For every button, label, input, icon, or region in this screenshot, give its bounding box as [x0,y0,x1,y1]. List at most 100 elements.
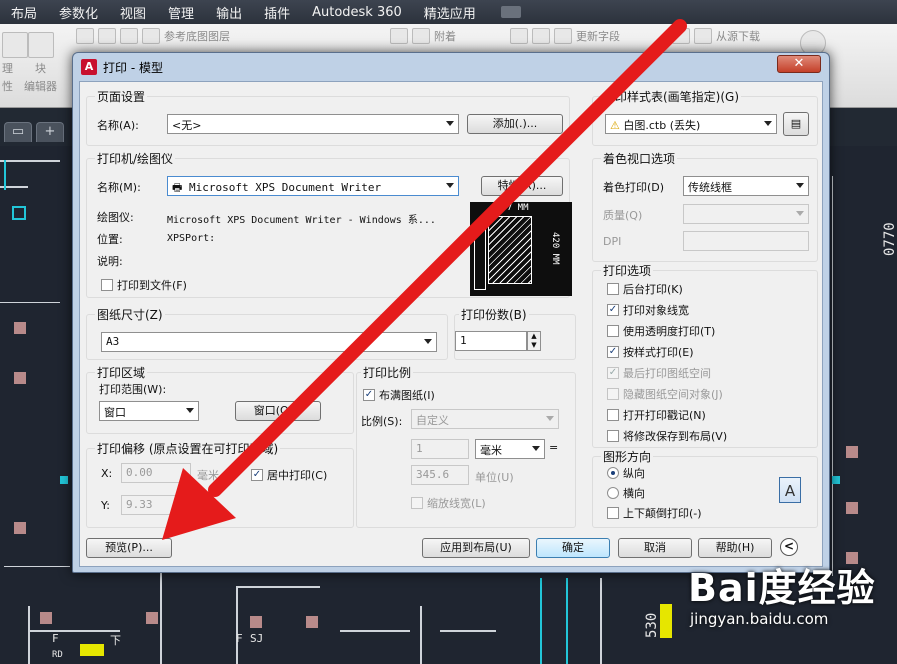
offset-x-input[interactable]: 0.00 [121,463,191,483]
plot-style-table-select[interactable]: ⚠ 白图.ctb (丢失) [605,114,777,134]
upside-down-checkbox[interactable]: 上下颠倒打印(-) [607,505,702,521]
checkbox-box[interactable] [607,388,619,400]
radio-circle[interactable] [607,467,619,479]
plot-option-checkbox[interactable]: 后台打印(K) [607,281,683,297]
offset-x-unit: 毫米 [197,469,219,482]
chevron-down-icon [796,211,804,216]
update-icon[interactable] [554,28,572,44]
plot-option-checkbox[interactable]: 将修改保存到布局(V) [607,428,727,444]
plot-range-select[interactable]: 窗口 [99,401,199,421]
dpi-input[interactable] [683,231,809,251]
clip-icon[interactable] [412,28,430,44]
drawing-tab-icon[interactable]: ▭ [4,122,32,142]
ribbon-download-source[interactable]: 从源下载 [716,28,760,44]
block-editor-icon[interactable] [27,32,54,58]
menu-manage[interactable]: 管理 [157,3,205,22]
block-editor-group[interactable]: 块 编辑器 [24,32,57,94]
center-plot-checkbox[interactable]: ✓ 居中打印(C) [251,467,327,483]
portrait-radio[interactable]: 纵向 [607,465,645,481]
menu-featured-apps[interactable]: 精选应用 [413,3,487,22]
tool-icon[interactable] [120,28,138,44]
checkbox-box[interactable] [607,325,619,337]
menu-autodesk360[interactable]: Autodesk 360 [301,5,413,20]
checkbox-box[interactable]: ✓ [607,367,619,379]
scale-lineweights-checkbox[interactable]: 缩放线宽(L) [411,495,486,511]
center-plot-label: 居中打印(C) [267,469,328,482]
upload-icon[interactable] [694,28,712,44]
plot-option-checkbox[interactable]: ✓ 按样式打印(E) [607,344,694,360]
scale-value1-input[interactable]: 1 [411,439,469,459]
printer-name-label: 名称(M): [97,181,141,194]
window-select-button[interactable]: 窗口(O)< [235,401,321,421]
plot-option-checkbox[interactable]: ✓ 最后打印图纸空间 [607,365,711,381]
landscape-radio[interactable]: 横向 [607,485,645,501]
checkbox-box[interactable] [607,430,619,442]
tool-icon[interactable] [76,28,94,44]
menu-plugins[interactable]: 插件 [253,3,301,22]
checkbox-box[interactable] [411,497,423,509]
chevron-down-icon [532,446,540,451]
help-button[interactable]: 帮助(H) [698,538,772,558]
menu-parametric[interactable]: 参数化 [48,3,109,22]
printer-name-select[interactable]: 🖶 Microsoft XPS Document Writer [167,176,459,196]
ribbon-underlay-layers[interactable]: 参考底图图层 [164,28,230,44]
checkbox-box[interactable] [607,507,619,519]
plot-area-legend: 打印区域 [95,364,148,381]
tool-icon[interactable] [98,28,116,44]
checkbox-box[interactable]: ✓ [363,389,375,401]
data-link-icon[interactable] [672,28,690,44]
description-label: 说明: [97,255,123,268]
close-button[interactable]: ✕ [777,55,821,73]
menu-dropdown-icon[interactable] [500,6,521,18]
layer-icon[interactable] [142,28,160,44]
apply-to-layout-button[interactable]: 应用到布局(U) [422,538,530,558]
scale-select[interactable]: 自定义 [411,409,559,429]
preview-button[interactable]: 预览(P)... [86,538,172,558]
edit-style-table-button[interactable]: ▤ [783,112,809,136]
menu-view[interactable]: 视图 [109,3,157,22]
ribbon-group-1: 参考底图图层 [76,28,230,44]
checkbox-box[interactable]: ✓ [607,346,619,358]
attach-icon[interactable] [390,28,408,44]
print-to-file-checkbox[interactable]: 打印到文件(F) [101,277,187,293]
column-marker [14,322,26,334]
field-icon[interactable] [510,28,528,44]
ribbon-update-fields[interactable]: 更新字段 [576,28,620,44]
scale-unit-select[interactable]: 毫米 [475,439,545,459]
table-icon[interactable] [532,28,550,44]
more-options-button[interactable]: < [780,538,798,556]
dialog-title-bar[interactable]: A 打印 - 模型 [73,53,829,81]
plot-option-checkbox[interactable]: 打开打印戳记(N) [607,407,706,423]
chevron-down-icon [186,408,194,413]
copies-spinner[interactable]: ▲ ▼ [527,331,541,351]
copies-input[interactable]: 1 [455,331,527,351]
shade-plot-select[interactable]: 传统线框 [683,176,809,196]
cancel-button[interactable]: 取消 [618,538,692,558]
radio-circle[interactable] [607,487,619,499]
paper-size-select[interactable]: A3 [101,332,437,352]
orientation-group: 图形方向 纵向 横向 上下颠倒打印(-) A [592,448,818,528]
new-tab-icon[interactable]: + [36,122,64,142]
chevron-down-icon [546,416,554,421]
quality-select[interactable] [683,204,809,224]
plot-option-checkbox[interactable]: 隐藏图纸空间对象(J) [607,386,723,402]
add-page-setup-button[interactable]: 添加(.)... [467,114,563,134]
offset-y-input[interactable]: 9.33 [121,495,191,515]
printer-properties-button[interactable]: 特性(R)... [481,176,563,196]
page-setup-name-select[interactable]: <无> [167,114,459,134]
checkbox-box[interactable] [607,283,619,295]
checkbox-box[interactable]: ✓ [251,469,263,481]
ribbon-attach[interactable]: 附着 [434,28,456,44]
fit-to-paper-checkbox[interactable]: ✓ 布满图纸(I) [363,387,435,403]
checkbox-box[interactable]: ✓ [607,304,619,316]
checkbox-box[interactable] [101,279,113,291]
menu-output[interactable]: 输出 [205,3,253,22]
plot-option-checkbox[interactable]: ✓ 打印对象线宽 [607,302,689,318]
checkbox-box[interactable] [607,409,619,421]
ribbon-left-label-2: 性 [2,80,13,93]
menu-layout[interactable]: 布局 [0,3,48,22]
ok-button[interactable]: 确定 [536,538,610,558]
plot-option-checkbox[interactable]: 使用透明度打印(T) [607,323,715,339]
scale-value2-input[interactable]: 345.6 [411,465,469,485]
plot-style-table-legend: 打印样式表(画笔指定)(G) [601,88,742,105]
